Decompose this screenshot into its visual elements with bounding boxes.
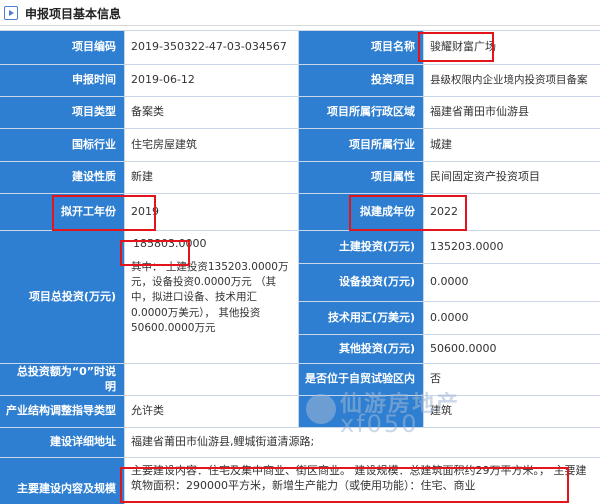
value-industry-guide: 允许类 — [125, 396, 298, 427]
value-start-year: 2019 — [125, 194, 298, 230]
value-other-invest: 50600.0000 — [424, 335, 600, 363]
label-total-invest: 项目总投资(万元) — [0, 231, 124, 363]
header-divider — [0, 25, 600, 26]
label-equip-invest: 设备投资(万元) — [299, 264, 423, 301]
label-project-type: 项目类型 — [0, 97, 124, 128]
value-zero-reason — [125, 364, 298, 395]
section-header: 申报项目基本信息 — [0, 0, 600, 26]
value-apply-time: 2019-06-12 — [125, 65, 298, 96]
value-project-type: 备案类 — [125, 97, 298, 128]
value-equip-invest: 0.0000 — [424, 264, 600, 301]
label-project-attr: 项目属性 — [299, 162, 423, 193]
label-finish-year: 拟建成年份 — [299, 194, 423, 230]
project-info-table: 项目编码 2019-350322-47-03-034567 项目名称 骏耀财富广… — [0, 30, 600, 504]
label-project-name: 项目名称 — [299, 31, 423, 64]
value-build-nature: 新建 — [125, 162, 298, 193]
value-invest-project: 县级权限内企业境内投资项目备案 — [424, 65, 600, 96]
label-project-code: 项目编码 — [0, 31, 124, 64]
label-other-invest: 其他投资(万元) — [299, 335, 423, 363]
label-admin-region: 项目所属行政区域 — [299, 97, 423, 128]
value-address: 福建省莆田市仙游县,鲤城街道清源路; — [125, 428, 600, 457]
label-project-industry: 项目所属行业 — [299, 129, 423, 161]
value-admin-region: 福建省莆田市仙游县 — [424, 97, 600, 128]
value-national-industry: 住宅房屋建筑 — [125, 129, 298, 161]
total-invest-note: 其中： 土建投资135203.0000万元，设备投资0.0000万元 （其中，拟… — [131, 260, 289, 334]
label-tech-fx: 技术用汇(万美元) — [299, 302, 423, 334]
label-ftz: 是否位于自贸试验区内 — [299, 364, 423, 395]
value-project-code: 2019-350322-47-03-034567 — [125, 31, 298, 64]
label-industry-guide-right — [299, 396, 423, 427]
value-content: 主要建设内容：住宅及集中商业、街区商业。 建设规模：总建筑面积约29万平方米。，… — [125, 458, 600, 504]
value-industry-guide-right: 建筑 — [424, 396, 600, 427]
section-title: 申报项目基本信息 — [25, 6, 122, 21]
value-project-industry: 城建 — [424, 129, 600, 161]
label-build-nature: 建设性质 — [0, 162, 124, 193]
label-national-industry: 国标行业 — [0, 129, 124, 161]
value-finish-year: 2022 — [424, 194, 600, 230]
value-total-invest: 185803.0000 — [133, 237, 207, 250]
label-content: 主要建设内容及规模 — [0, 458, 124, 504]
label-civil-invest: 土建投资(万元) — [299, 231, 423, 263]
label-industry-guide: 产业结构调整指导类型 — [0, 396, 124, 427]
label-invest-project: 投资项目 — [299, 65, 423, 96]
label-zero-reason: 总投资额为“0”时说明 — [0, 364, 124, 395]
label-address: 建设详细地址 — [0, 428, 124, 457]
label-apply-time: 申报时间 — [0, 65, 124, 96]
value-civil-invest: 135203.0000 — [424, 231, 600, 263]
label-start-year: 拟开工年份 — [0, 194, 124, 230]
value-tech-fx: 0.0000 — [424, 302, 600, 334]
play-arrow-icon — [4, 6, 18, 20]
total-invest-block: 185803.0000 其中： 土建投资135203.0000万元，设备投资0.… — [125, 231, 298, 363]
value-project-attr: 民间固定资产投资项目 — [424, 162, 600, 193]
value-project-name: 骏耀财富广场 — [424, 31, 600, 64]
value-ftz: 否 — [424, 364, 600, 395]
